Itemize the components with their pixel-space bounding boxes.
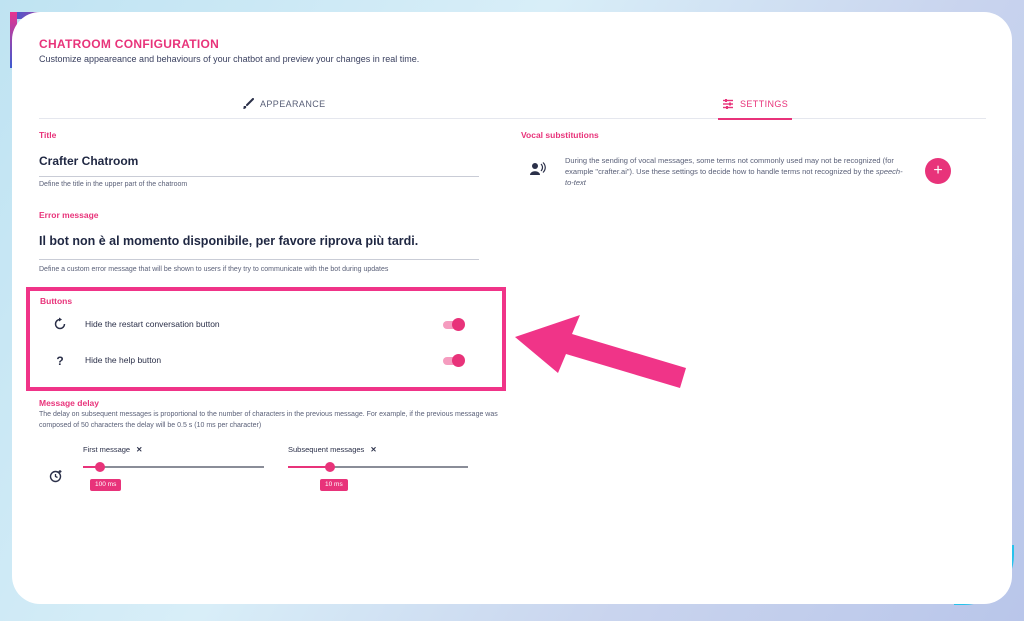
page-title: CHATROOM CONFIGURATION	[39, 37, 220, 51]
buttons-section-label: Buttons	[40, 296, 73, 306]
title-hint: Define the title in the upper part of th…	[39, 181, 188, 188]
title-input[interactable]: Crafter Chatroom	[39, 154, 138, 168]
close-icon[interactable]: ✕	[136, 445, 142, 454]
error-field-label: Error message	[39, 210, 99, 220]
tab-settings-label: SETTINGS	[740, 99, 789, 109]
first-message-slider-track[interactable]	[83, 466, 264, 468]
tab-appearance-label: APPEARANCE	[260, 99, 326, 109]
annotation-arrow-icon	[515, 315, 686, 388]
buttons-highlight-box: Buttons Hide the restart conversation bu…	[26, 287, 506, 391]
button-setting-row: ? Hide the help button	[30, 351, 502, 371]
message-delay-label: Message delay	[39, 398, 100, 408]
first-message-label-text: First message	[83, 445, 131, 454]
tab-bar: APPEARANCE SETTINGS	[39, 92, 986, 120]
timer-icon	[49, 470, 62, 483]
voice-icon	[530, 162, 546, 175]
vocal-substitutions-description: During the sending of vocal messages, so…	[565, 155, 910, 188]
button-setting-row: Hide the restart conversation button	[30, 315, 502, 335]
help-toggle[interactable]	[443, 354, 465, 367]
title-input-underline	[39, 176, 479, 177]
restart-icon	[52, 317, 68, 333]
first-message-slider-label: First message ✕	[83, 445, 142, 454]
config-card: CHATROOM CONFIGURATION Customize appeare…	[12, 12, 1012, 604]
tab-appearance[interactable]: APPEARANCE	[242, 98, 326, 110]
subsequent-message-value-tooltip: 10 ms	[320, 479, 348, 491]
vocal-substitutions-label: Vocal substitutions	[521, 130, 599, 140]
message-delay-description: The delay on subsequent messages is prop…	[39, 411, 498, 429]
error-message-input[interactable]: Il bot non è al momento disponibile, per…	[39, 234, 418, 248]
add-substitution-button[interactable]: +	[925, 158, 951, 184]
page-subtitle: Customize appeareance and behaviours of …	[39, 54, 420, 64]
tab-settings[interactable]: SETTINGS	[717, 98, 793, 120]
restart-button-setting-label: Hide the restart conversation button	[85, 319, 220, 329]
error-hint: Define a custom error message that will …	[39, 266, 389, 273]
title-field-label: Title	[39, 130, 57, 140]
sliders-icon	[723, 99, 733, 109]
subsequent-message-slider-label: Subsequent messages ✕	[288, 445, 377, 454]
subsequent-message-slider-fill	[288, 466, 330, 468]
close-icon[interactable]: ✕	[370, 445, 376, 454]
error-input-underline	[39, 259, 479, 260]
help-icon: ?	[56, 354, 64, 368]
restart-toggle[interactable]	[443, 318, 465, 331]
subsequent-message-slider-thumb[interactable]	[325, 462, 335, 472]
vocal-description-text: During the sending of vocal messages, so…	[565, 156, 894, 176]
subsequent-message-label-text: Subsequent messages	[288, 445, 365, 454]
first-message-value-tooltip: 100 ms	[90, 479, 122, 491]
first-message-slider-thumb[interactable]	[95, 462, 105, 472]
help-button-setting-label: Hide the help button	[85, 355, 162, 365]
brush-icon	[243, 98, 254, 109]
